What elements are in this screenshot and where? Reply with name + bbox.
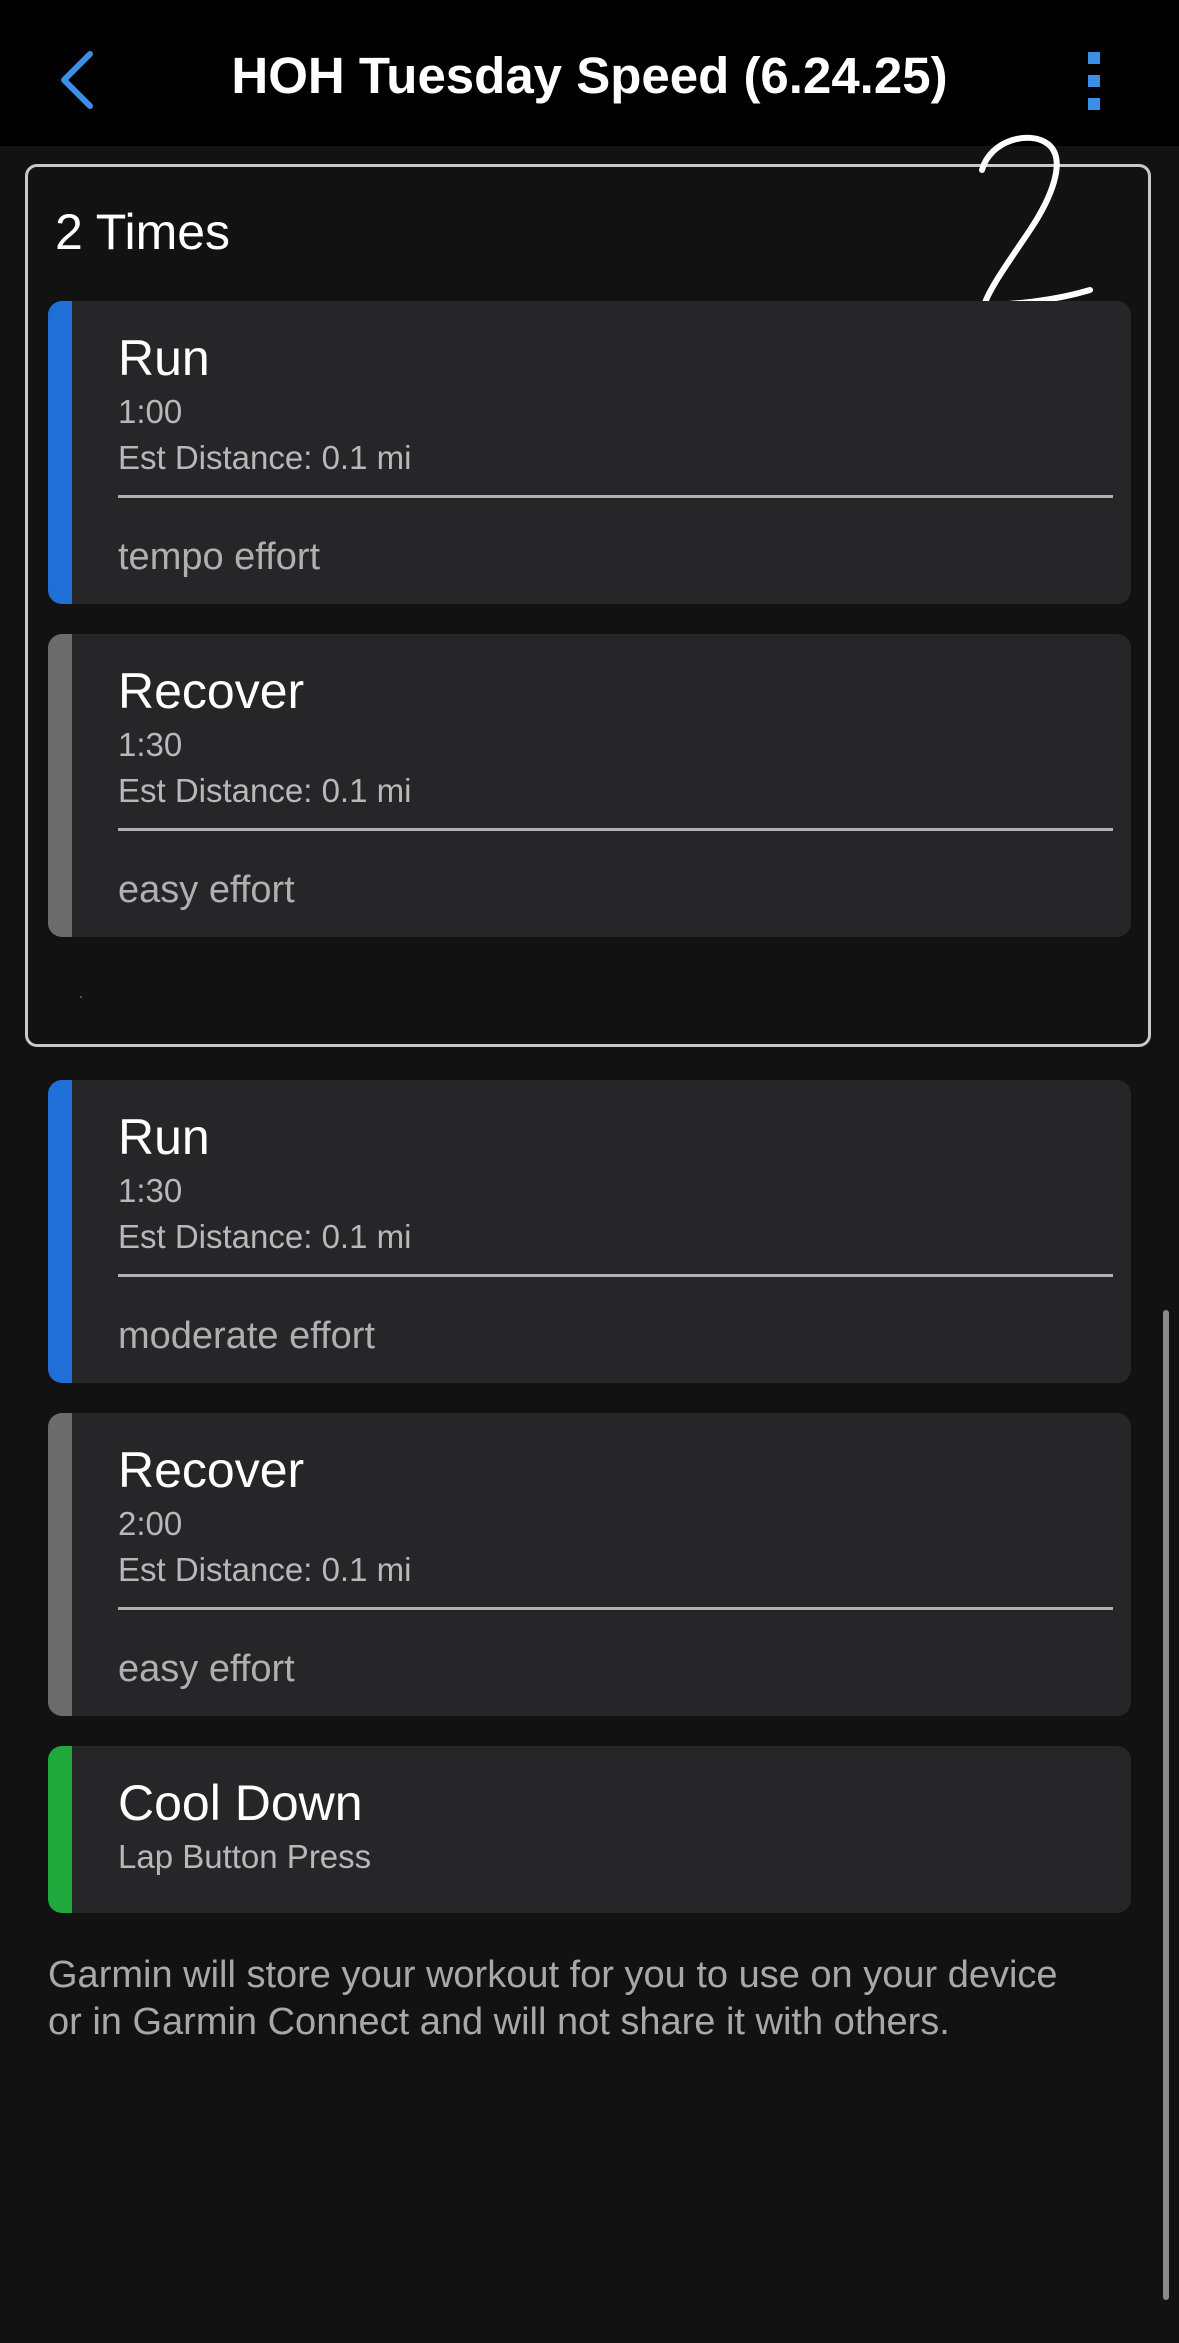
step-note: moderate effort	[118, 1315, 376, 1357]
step-title: Run	[118, 330, 210, 386]
step-note: tempo effort	[118, 536, 321, 578]
step-title: Run	[118, 1109, 210, 1165]
divider-dot	[80, 996, 82, 998]
step-duration: 1:30	[118, 726, 183, 763]
step-subtitle: Lap Button Press	[118, 1838, 372, 1875]
back-button[interactable]	[46, 40, 116, 120]
step-divider	[118, 828, 1113, 831]
step-color-bar	[48, 1080, 72, 1383]
workout-step-card[interactable]: Run 1:00 Est Distance: 0.1 mi tempo effo…	[48, 301, 1131, 604]
step-note: easy effort	[118, 1648, 295, 1690]
step-duration: 1:30	[118, 1172, 183, 1209]
repeat-count-label: 2 Times	[55, 204, 231, 260]
step-divider	[118, 1607, 1113, 1610]
workout-step-card[interactable]: Recover 2:00 Est Distance: 0.1 mi easy e…	[48, 1413, 1131, 1716]
step-title: Recover	[118, 1442, 305, 1498]
scrollbar[interactable]	[1163, 1310, 1169, 2300]
step-color-bar	[48, 634, 72, 937]
page-title: HOH Tuesday Speed (6.24.25)	[231, 47, 948, 104]
privacy-note: Garmin will store your workout for you t…	[48, 1954, 1058, 2043]
step-color-bar	[48, 1413, 72, 1716]
step-note: easy effort	[118, 869, 295, 911]
step-est-distance: Est Distance: 0.1 mi	[118, 1218, 412, 1255]
step-est-distance: Est Distance: 0.1 mi	[118, 772, 412, 809]
step-color-bar	[48, 1746, 72, 1913]
step-color-bar	[48, 301, 72, 604]
workout-step-card[interactable]: Recover 1:30 Est Distance: 0.1 mi easy e…	[48, 634, 1131, 937]
more-vertical-icon	[1088, 52, 1100, 110]
top-bar: HOH Tuesday Speed (6.24.25)	[0, 0, 1179, 146]
more-options-button[interactable]	[1070, 46, 1120, 116]
step-title: Recover	[118, 663, 305, 719]
handwritten-number-annotation	[979, 134, 1093, 309]
step-divider	[118, 495, 1113, 498]
step-duration: 1:00	[118, 393, 183, 430]
step-duration: 2:00	[118, 1505, 183, 1542]
step-title: Cool Down	[118, 1775, 363, 1831]
step-est-distance: Est Distance: 0.1 mi	[118, 1551, 412, 1588]
chevron-left-icon	[61, 51, 93, 109]
workout-step-card[interactable]: Run 1:30 Est Distance: 0.1 mi moderate e…	[48, 1080, 1131, 1383]
cooldown-step-card[interactable]: Cool Down Lap Button Press	[48, 1746, 1131, 1913]
step-divider	[118, 1274, 1113, 1277]
step-est-distance: Est Distance: 0.1 mi	[118, 439, 412, 476]
